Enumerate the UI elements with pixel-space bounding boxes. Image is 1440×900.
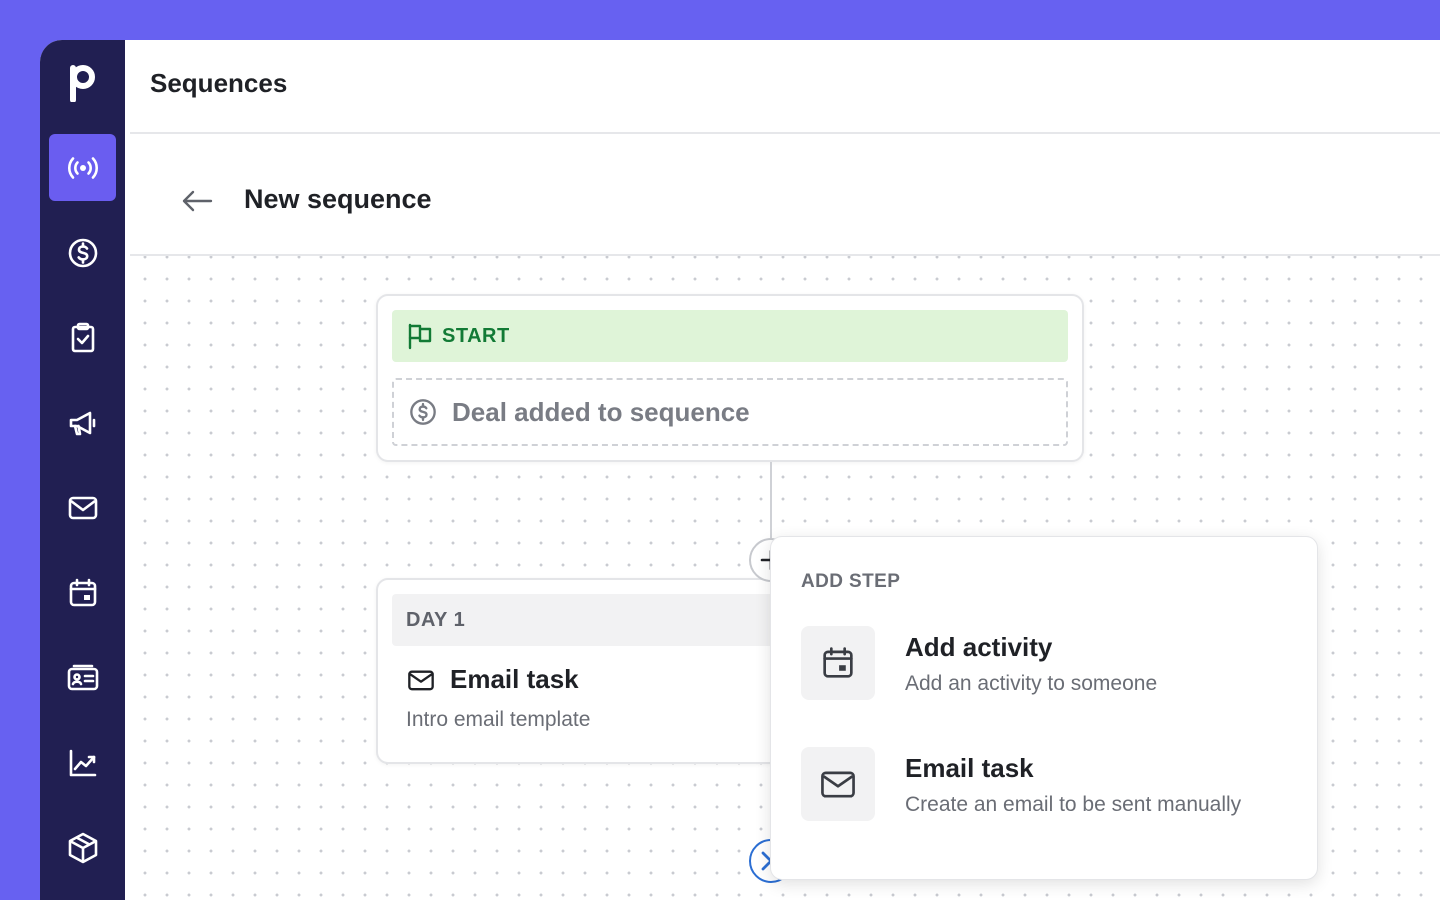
sidebar-item-sequences[interactable] — [49, 134, 116, 201]
add-activity-option[interactable]: Add activity Add an activity to someone — [801, 626, 1301, 702]
sidebar-item-tasks[interactable] — [49, 304, 116, 371]
step-subtitle: Intro email template — [406, 708, 591, 731]
megaphone-icon — [69, 411, 95, 435]
mail-icon — [68, 496, 97, 519]
sidebar-item-products[interactable] — [49, 814, 116, 881]
day-label: DAY 1 — [392, 594, 812, 646]
app-window: Sequences New sequence START Deal added … — [40, 40, 1440, 900]
sidebar-item-insights[interactable] — [49, 729, 116, 796]
back-button[interactable] — [178, 182, 216, 220]
logo-icon — [69, 65, 95, 102]
mail-icon — [408, 670, 434, 690]
flag-icon — [408, 323, 432, 350]
dollar-circle-icon — [68, 238, 97, 267]
sidebar-item-deals[interactable] — [49, 219, 116, 286]
option-subtitle: Add an activity to someone — [905, 672, 1158, 695]
start-banner: START — [392, 310, 1068, 362]
option-subtitle: Create an email to be sent manually — [905, 793, 1242, 816]
option-icon-box — [801, 626, 875, 700]
contact-card-icon — [67, 664, 98, 690]
step-title-row: Email task — [406, 664, 579, 695]
trigger-dropzone[interactable]: Deal added to sequence — [392, 378, 1068, 446]
start-label: START — [442, 324, 510, 347]
dollar-circle-icon — [410, 399, 436, 425]
add-step-popover: ADD STEP Add activity Add an activity to… — [770, 536, 1318, 880]
option-title: Add activity — [905, 632, 1053, 662]
sequence-title: New sequence — [244, 184, 432, 214]
sidebar — [40, 40, 125, 900]
mail-icon — [821, 771, 855, 798]
trigger-label: Deal added to sequence — [452, 396, 750, 427]
topbar: Sequences — [130, 40, 1440, 134]
sidebar-item-activities[interactable] — [49, 559, 116, 626]
sequence-header: New sequence — [130, 134, 1440, 256]
box-icon — [68, 832, 97, 863]
calendar-icon — [69, 578, 96, 606]
step-title: Email task — [450, 664, 579, 694]
broadcast-icon — [67, 156, 98, 179]
page-title: Sequences — [150, 68, 288, 98]
sidebar-item-mail[interactable] — [49, 474, 116, 541]
arrow-left-icon — [182, 190, 213, 212]
start-card: START Deal added to sequence — [376, 294, 1084, 462]
sidebar-item-campaigns[interactable] — [49, 389, 116, 456]
email-task-option[interactable]: Email task Create an email to be sent ma… — [801, 747, 1301, 823]
chart-line-icon — [69, 749, 96, 776]
pipedrive-logo[interactable] — [40, 54, 125, 110]
clipboard-check-icon — [71, 322, 94, 352]
sidebar-item-contacts[interactable] — [49, 644, 116, 711]
sequence-canvas: START Deal added to sequence DAY 1 Email… — [130, 256, 1440, 900]
calendar-icon — [823, 647, 853, 678]
popover-title: ADD STEP — [801, 571, 901, 592]
connector-line — [770, 462, 772, 538]
option-icon-box — [801, 747, 875, 821]
step-card[interactable]: DAY 1 Email task Intro email template — [376, 578, 812, 764]
option-title: Email task — [905, 753, 1034, 783]
